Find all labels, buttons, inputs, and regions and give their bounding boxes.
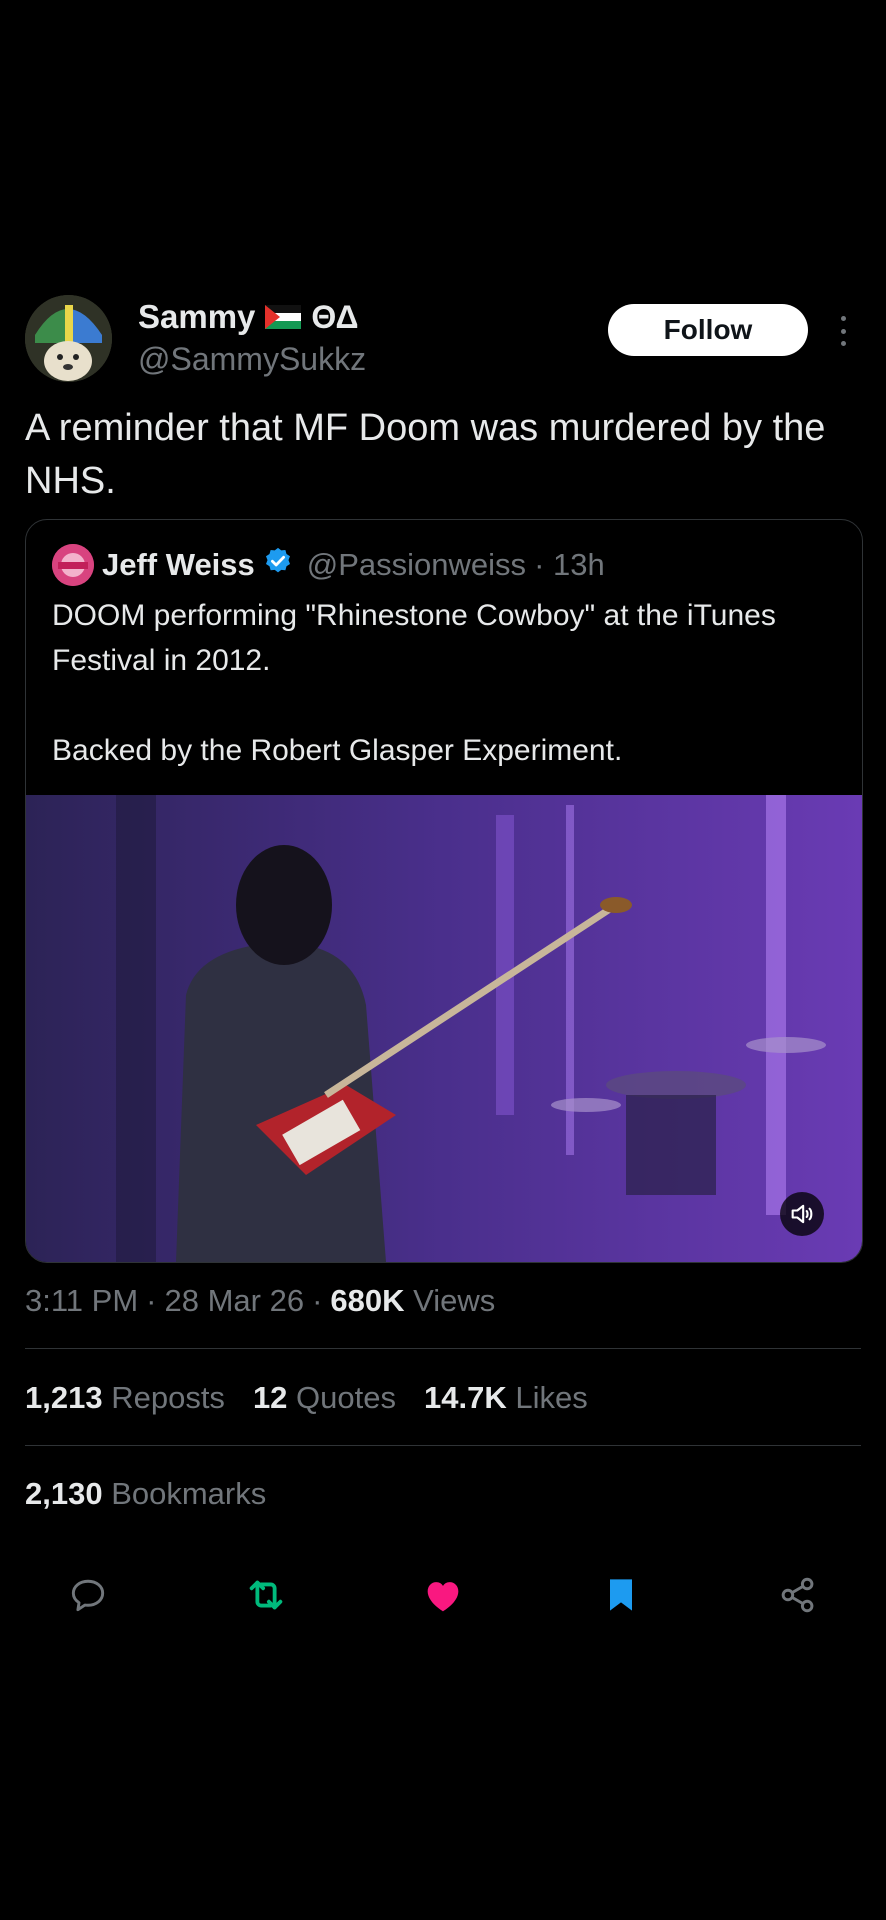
bookmark-icon[interactable] (596, 1570, 646, 1620)
repost-icon[interactable] (241, 1570, 291, 1620)
tweet-date: 28 Mar 26 (164, 1283, 305, 1318)
divider (25, 1445, 861, 1446)
author-name[interactable]: Sammy (138, 298, 255, 336)
tweet-time: 3:11 PM (25, 1283, 139, 1318)
separator: · (312, 1283, 323, 1318)
quoted-tweet-line-1: DOOM performing "Rhinestone Cowboy" at t… (52, 599, 776, 677)
share-icon[interactable] (773, 1570, 823, 1620)
author-handle[interactable]: @SammySukkz (138, 341, 366, 378)
quoted-tweet-card[interactable]: Jeff Weiss @Passionweiss · 13h DOOM perf… (25, 519, 863, 1263)
bookmarks-count: 2,130 (25, 1476, 103, 1511)
likes-label: Likes (515, 1380, 588, 1415)
heart-icon[interactable] (418, 1570, 468, 1620)
quoted-author-handle[interactable]: @Passionweiss (307, 547, 526, 583)
reposts-stat[interactable]: 1,213 Reposts (25, 1380, 225, 1416)
divider (25, 1348, 861, 1349)
video-frame (26, 795, 862, 1262)
reply-icon[interactable] (63, 1570, 113, 1620)
likes-count: 14.7K (424, 1380, 507, 1415)
views-label: Views (413, 1283, 496, 1318)
separator: · (146, 1283, 157, 1318)
quoted-author-avatar[interactable] (52, 544, 94, 586)
likes-stat[interactable]: 14.7K Likes (424, 1380, 588, 1416)
quotes-stat[interactable]: 12 Quotes (253, 1380, 396, 1416)
author-avatar[interactable] (25, 295, 112, 382)
bookmarks-stat[interactable]: 2,130 Bookmarks (25, 1476, 266, 1512)
tweet-text: A reminder that MF Doom was murdered by … (25, 407, 826, 502)
quoted-tweet-header: Jeff Weiss @Passionweiss · 13h (52, 544, 605, 586)
quoted-author-name[interactable]: Jeff Weiss (102, 547, 255, 583)
quotes-count: 12 (252, 1380, 288, 1415)
views-count: 680K (330, 1283, 405, 1318)
tweet-meta: 3:11 PM · 28 Mar 26 · 680K Views (25, 1283, 495, 1319)
palestine-flag-icon (265, 305, 302, 329)
quotes-label: Quotes (296, 1380, 396, 1415)
bookmarks-label: Bookmarks (111, 1476, 267, 1511)
verified-badge-icon (263, 546, 293, 584)
author-name-extra: ΘΔ (311, 298, 359, 335)
volume-icon[interactable] (780, 1192, 824, 1236)
engagement-stats: 1,213 Reposts 12 Quotes 14.7K Likes (25, 1380, 588, 1416)
reposts-label: Reposts (111, 1380, 225, 1415)
more-options-icon[interactable] (836, 316, 850, 346)
video-player[interactable] (26, 795, 862, 1262)
follow-button[interactable]: Follow (608, 304, 808, 356)
reposts-count: 1,213 (25, 1380, 103, 1415)
quoted-tweet-time: · 13h (534, 547, 605, 582)
quoted-tweet-line-2: Backed by the Robert Glasper Experiment. (52, 734, 623, 767)
action-bar (0, 1570, 886, 1620)
quoted-tweet-text: DOOM performing "Rhinestone Cowboy" at t… (52, 593, 842, 773)
author-name-row[interactable]: Sammy ΘΔ (138, 298, 358, 336)
